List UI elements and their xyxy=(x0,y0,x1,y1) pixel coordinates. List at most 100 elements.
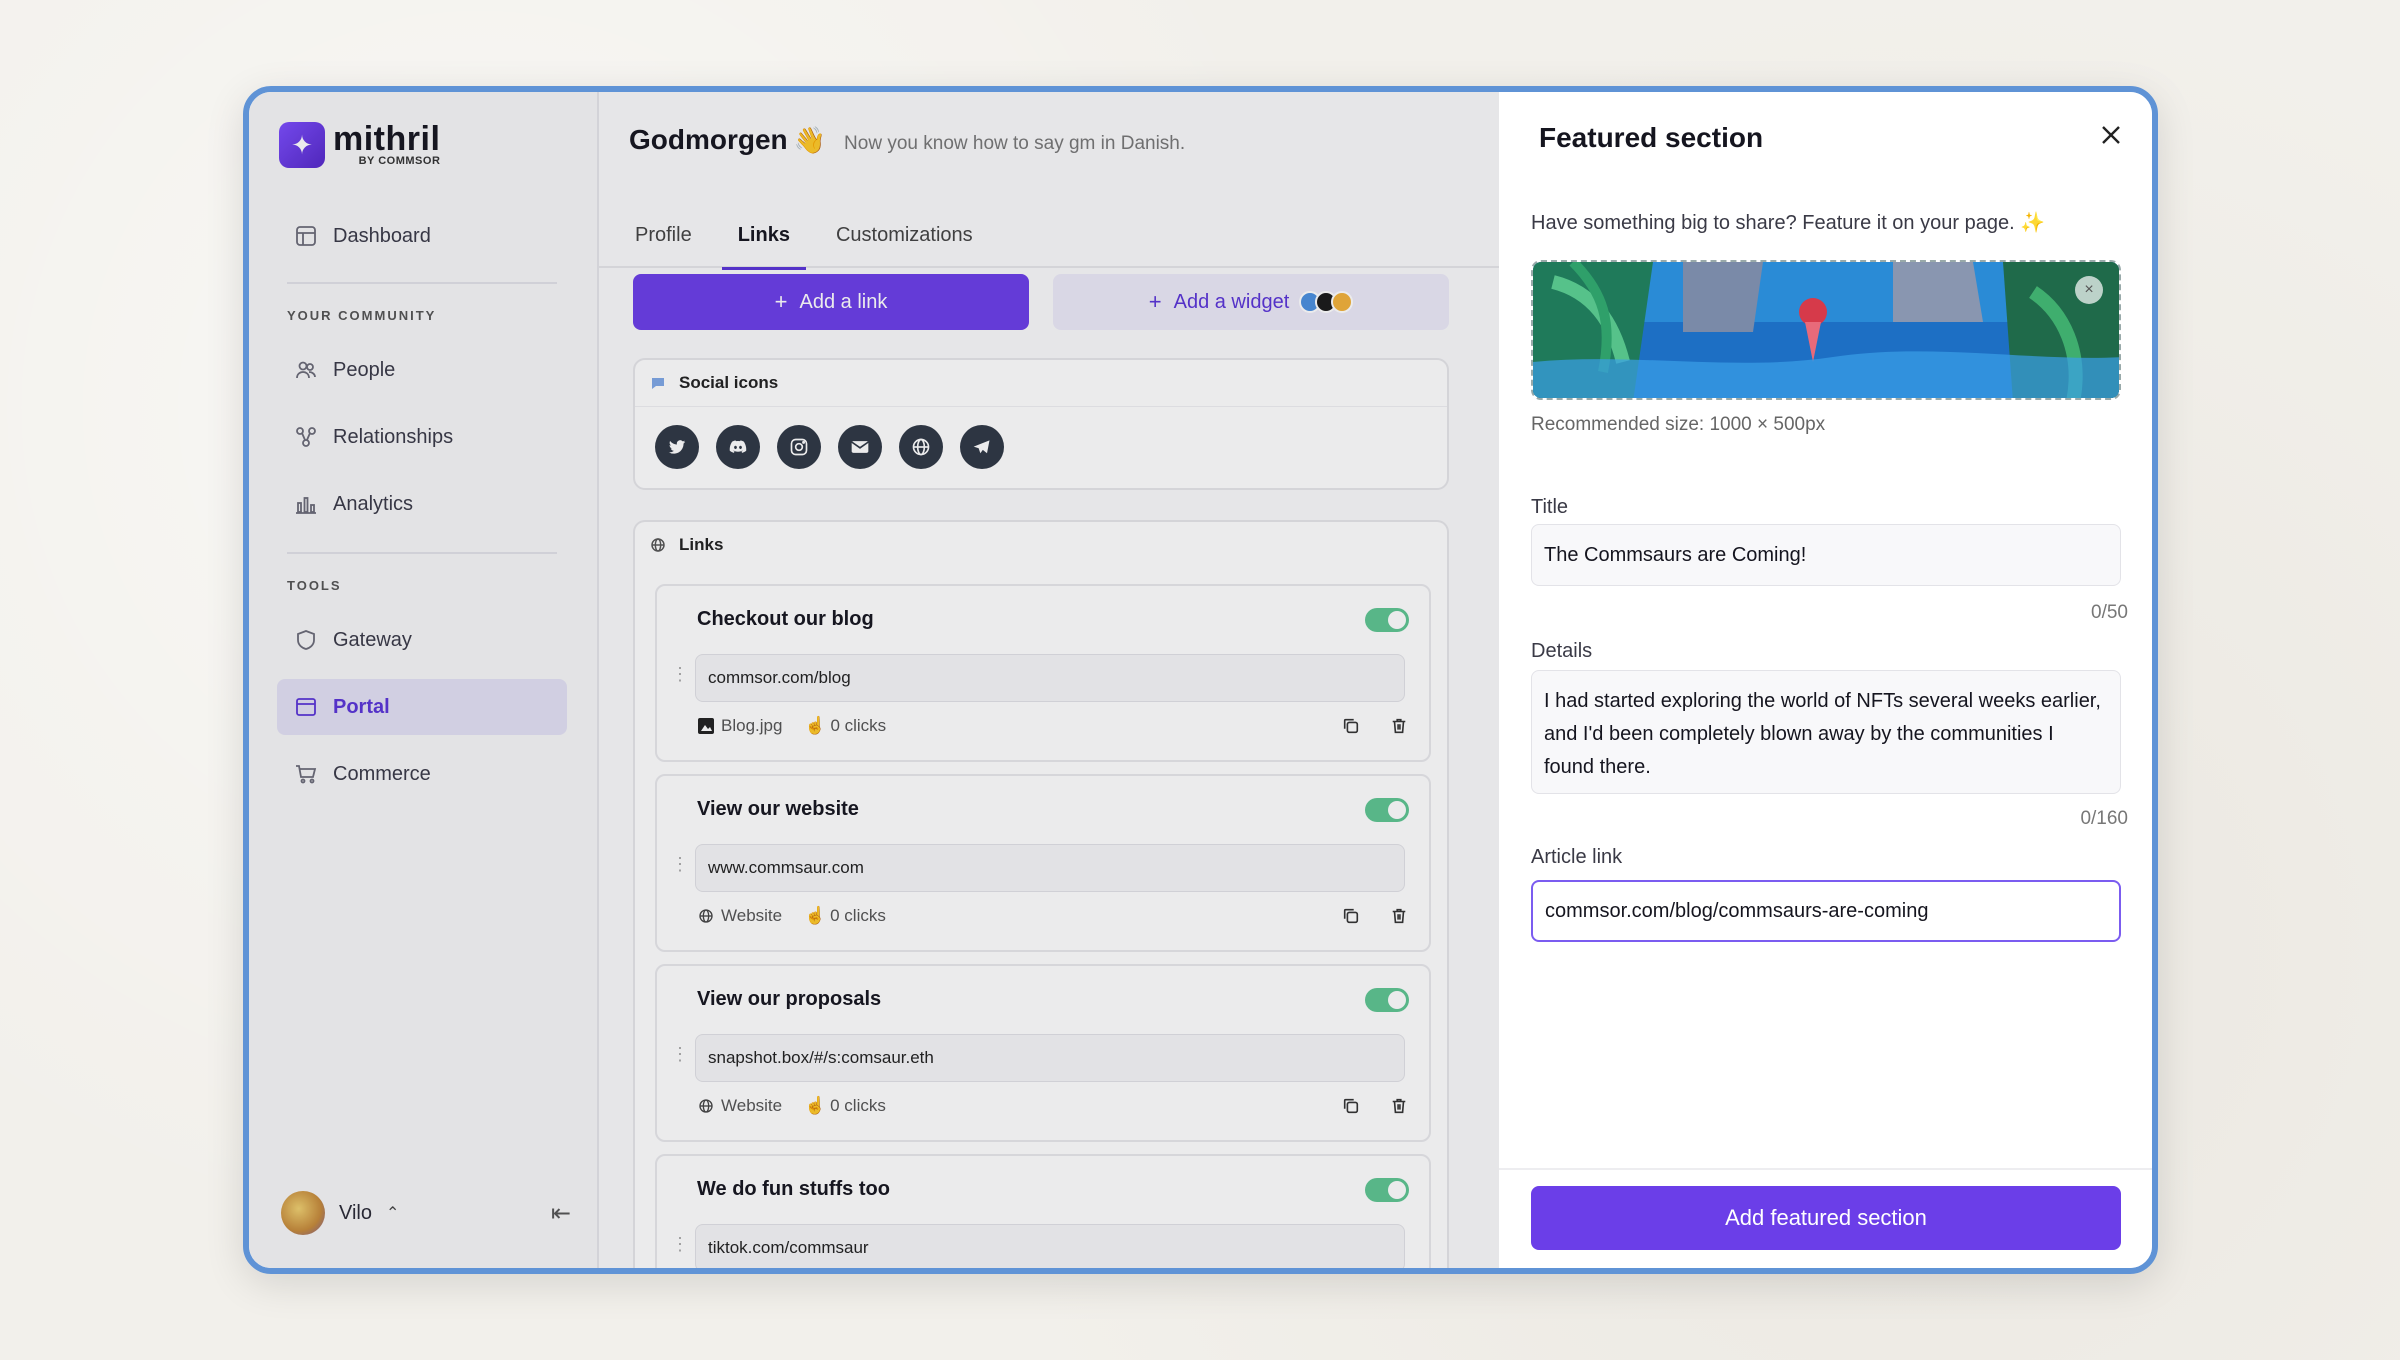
link-clicks: 0 clicks xyxy=(830,716,887,735)
discord-icon[interactable] xyxy=(716,425,760,469)
link-url-input[interactable]: tiktok.com/commsaur xyxy=(695,1224,1405,1268)
add-link-button[interactable]: + Add a link xyxy=(633,274,1029,330)
link-meta: Website ☝ 0 clicks xyxy=(697,906,886,926)
panel-title: Featured section xyxy=(1539,122,1764,153)
brand-name: mithril xyxy=(333,120,441,158)
recommended-size-hint: Recommended size: 1000 × 500px xyxy=(1531,414,1826,435)
link-enabled-toggle[interactable] xyxy=(1365,798,1409,822)
article-link-input[interactable]: commsor.com/blog/commsaurs-are-coming xyxy=(1531,880,2121,942)
link-item[interactable]: We do fun stuffs too ⋮⋮ tiktok.com/comms… xyxy=(655,1154,1431,1268)
link-actions xyxy=(1315,904,1411,928)
tab-links[interactable]: Links xyxy=(721,202,807,270)
user-menu[interactable]: Vilo ⌃ ⇤ xyxy=(281,1188,571,1238)
user-name: Vilo xyxy=(339,1201,372,1224)
analytics-icon xyxy=(293,491,319,517)
app-background: ✦ mithril BY COMMSOR Dashboard YOUR COMM… xyxy=(249,92,1499,1268)
email-icon[interactable] xyxy=(838,425,882,469)
social-icons-card: Social icons xyxy=(633,358,1449,490)
cursor-click-icon: ☝ xyxy=(804,906,826,925)
logo[interactable]: ✦ mithril BY COMMSOR xyxy=(279,122,440,168)
social-icons-row xyxy=(635,406,1447,487)
section-label-community: YOUR COMMUNITY xyxy=(287,308,437,323)
links-title: Links xyxy=(679,535,724,554)
link-actions xyxy=(1315,714,1411,738)
page-title: Godmorgen xyxy=(629,124,788,155)
dashboard-icon xyxy=(293,223,319,249)
image-thumb-icon xyxy=(697,717,715,735)
telegram-icon[interactable] xyxy=(960,425,1004,469)
cart-icon xyxy=(293,761,319,787)
remove-image-icon[interactable]: × xyxy=(2075,276,2103,304)
link-type: Blog.jpg xyxy=(721,716,783,735)
link-actions xyxy=(1315,1094,1411,1118)
sidebar-item-portal[interactable]: Portal xyxy=(277,679,567,735)
sidebar-item-label: Relationships xyxy=(333,425,454,448)
sidebar-item-analytics[interactable]: Analytics xyxy=(277,476,567,532)
add-link-label: Add a link xyxy=(799,290,888,313)
trash-icon[interactable] xyxy=(1387,1094,1411,1118)
tab-customizations[interactable]: Customizations xyxy=(836,202,973,268)
link-item[interactable]: View our website ⋮⋮ www.commsaur.com Web… xyxy=(655,774,1431,952)
link-url-input[interactable]: www.commsaur.com xyxy=(695,844,1405,892)
sidebar-item-relationships[interactable]: Relationships xyxy=(277,409,567,465)
page-subtitle: Now you know how to say gm in Danish. xyxy=(844,133,1186,154)
sidebar-item-people[interactable]: People xyxy=(277,342,567,398)
link-item[interactable]: View our proposals ⋮⋮ snapshot.box/#/s:c… xyxy=(655,964,1431,1142)
add-featured-section-button[interactable]: Add featured section xyxy=(1531,1186,2121,1250)
panel-intro: Have something big to share? Feature it … xyxy=(1531,210,2045,235)
link-type: Website xyxy=(721,1096,783,1115)
tab-bar: Profile Links Customizations xyxy=(599,202,1499,270)
twitter-icon[interactable] xyxy=(655,425,699,469)
globe-icon[interactable] xyxy=(899,425,943,469)
trash-icon[interactable] xyxy=(1387,714,1411,738)
duplicate-icon[interactable] xyxy=(1339,1094,1363,1118)
app-icon xyxy=(1331,291,1354,313)
duplicate-icon[interactable] xyxy=(1339,904,1363,928)
section-label-tools: TOOLS xyxy=(287,578,342,593)
links-header: Links xyxy=(635,522,1447,568)
app-window: ✦ mithril BY COMMSOR Dashboard YOUR COMM… xyxy=(243,86,2158,1274)
duplicate-icon[interactable] xyxy=(1339,714,1363,738)
link-enabled-toggle[interactable] xyxy=(1365,608,1409,632)
divider xyxy=(287,282,557,284)
details-textarea[interactable]: I had started exploring the world of NFT… xyxy=(1531,670,2121,794)
widget-app-icons xyxy=(1299,291,1354,313)
article-link-label: Article link xyxy=(1531,846,1623,868)
link-item[interactable]: Checkout our blog ⋮⋮ commsor.com/blog Bl… xyxy=(655,584,1431,762)
sidebar-item-label: Analytics xyxy=(333,492,414,515)
link-enabled-toggle[interactable] xyxy=(1365,1178,1409,1202)
add-widget-label: Add a widget xyxy=(1173,290,1290,313)
tab-profile[interactable]: Profile xyxy=(635,202,692,268)
featured-image-preview[interactable]: × xyxy=(1531,260,2121,400)
cursor-click-icon: ☝ xyxy=(804,1096,826,1115)
title-label: Title xyxy=(1531,496,1569,518)
link-enabled-toggle[interactable] xyxy=(1365,988,1409,1012)
sidebar-item-gateway[interactable]: Gateway xyxy=(277,612,567,668)
globe-icon xyxy=(697,907,715,925)
link-url-input[interactable]: snapshot.box/#/s:comsaur.eth xyxy=(695,1034,1405,1082)
sidebar-item-label: Gateway xyxy=(333,628,412,651)
collapse-sidebar-icon[interactable]: ⇤ xyxy=(551,1199,571,1228)
trash-icon[interactable] xyxy=(1387,904,1411,928)
logo-sparkle-icon: ✦ xyxy=(279,122,325,168)
link-clicks: 0 clicks xyxy=(830,906,886,925)
details-char-count: 0/160 xyxy=(2080,808,2128,829)
title-input[interactable]: The Commsaurs are Coming! xyxy=(1531,524,2121,586)
main-content: Godmorgen 👋 Now you know how to say gm i… xyxy=(599,92,1499,1268)
sidebar-item-commerce[interactable]: Commerce xyxy=(277,746,567,802)
panel-footer: Add featured section xyxy=(1499,1168,2152,1268)
link-url-input[interactable]: commsor.com/blog xyxy=(695,654,1405,702)
close-icon[interactable] xyxy=(2096,120,2126,150)
add-widget-button[interactable]: + Add a widget xyxy=(1053,274,1449,330)
people-icon xyxy=(293,357,319,383)
sidebar-item-dashboard[interactable]: Dashboard xyxy=(277,208,567,264)
social-icons-title: Social icons xyxy=(679,373,779,392)
sidebar-item-label: Portal xyxy=(333,695,390,718)
social-icons-header: Social icons xyxy=(635,360,1447,406)
instagram-icon[interactable] xyxy=(777,425,821,469)
link-title: View our website xyxy=(697,798,859,820)
divider xyxy=(287,552,557,554)
chat-bubble-icon xyxy=(649,374,667,392)
shield-icon xyxy=(293,627,319,653)
sidebar: ✦ mithril BY COMMSOR Dashboard YOUR COMM… xyxy=(249,92,599,1268)
